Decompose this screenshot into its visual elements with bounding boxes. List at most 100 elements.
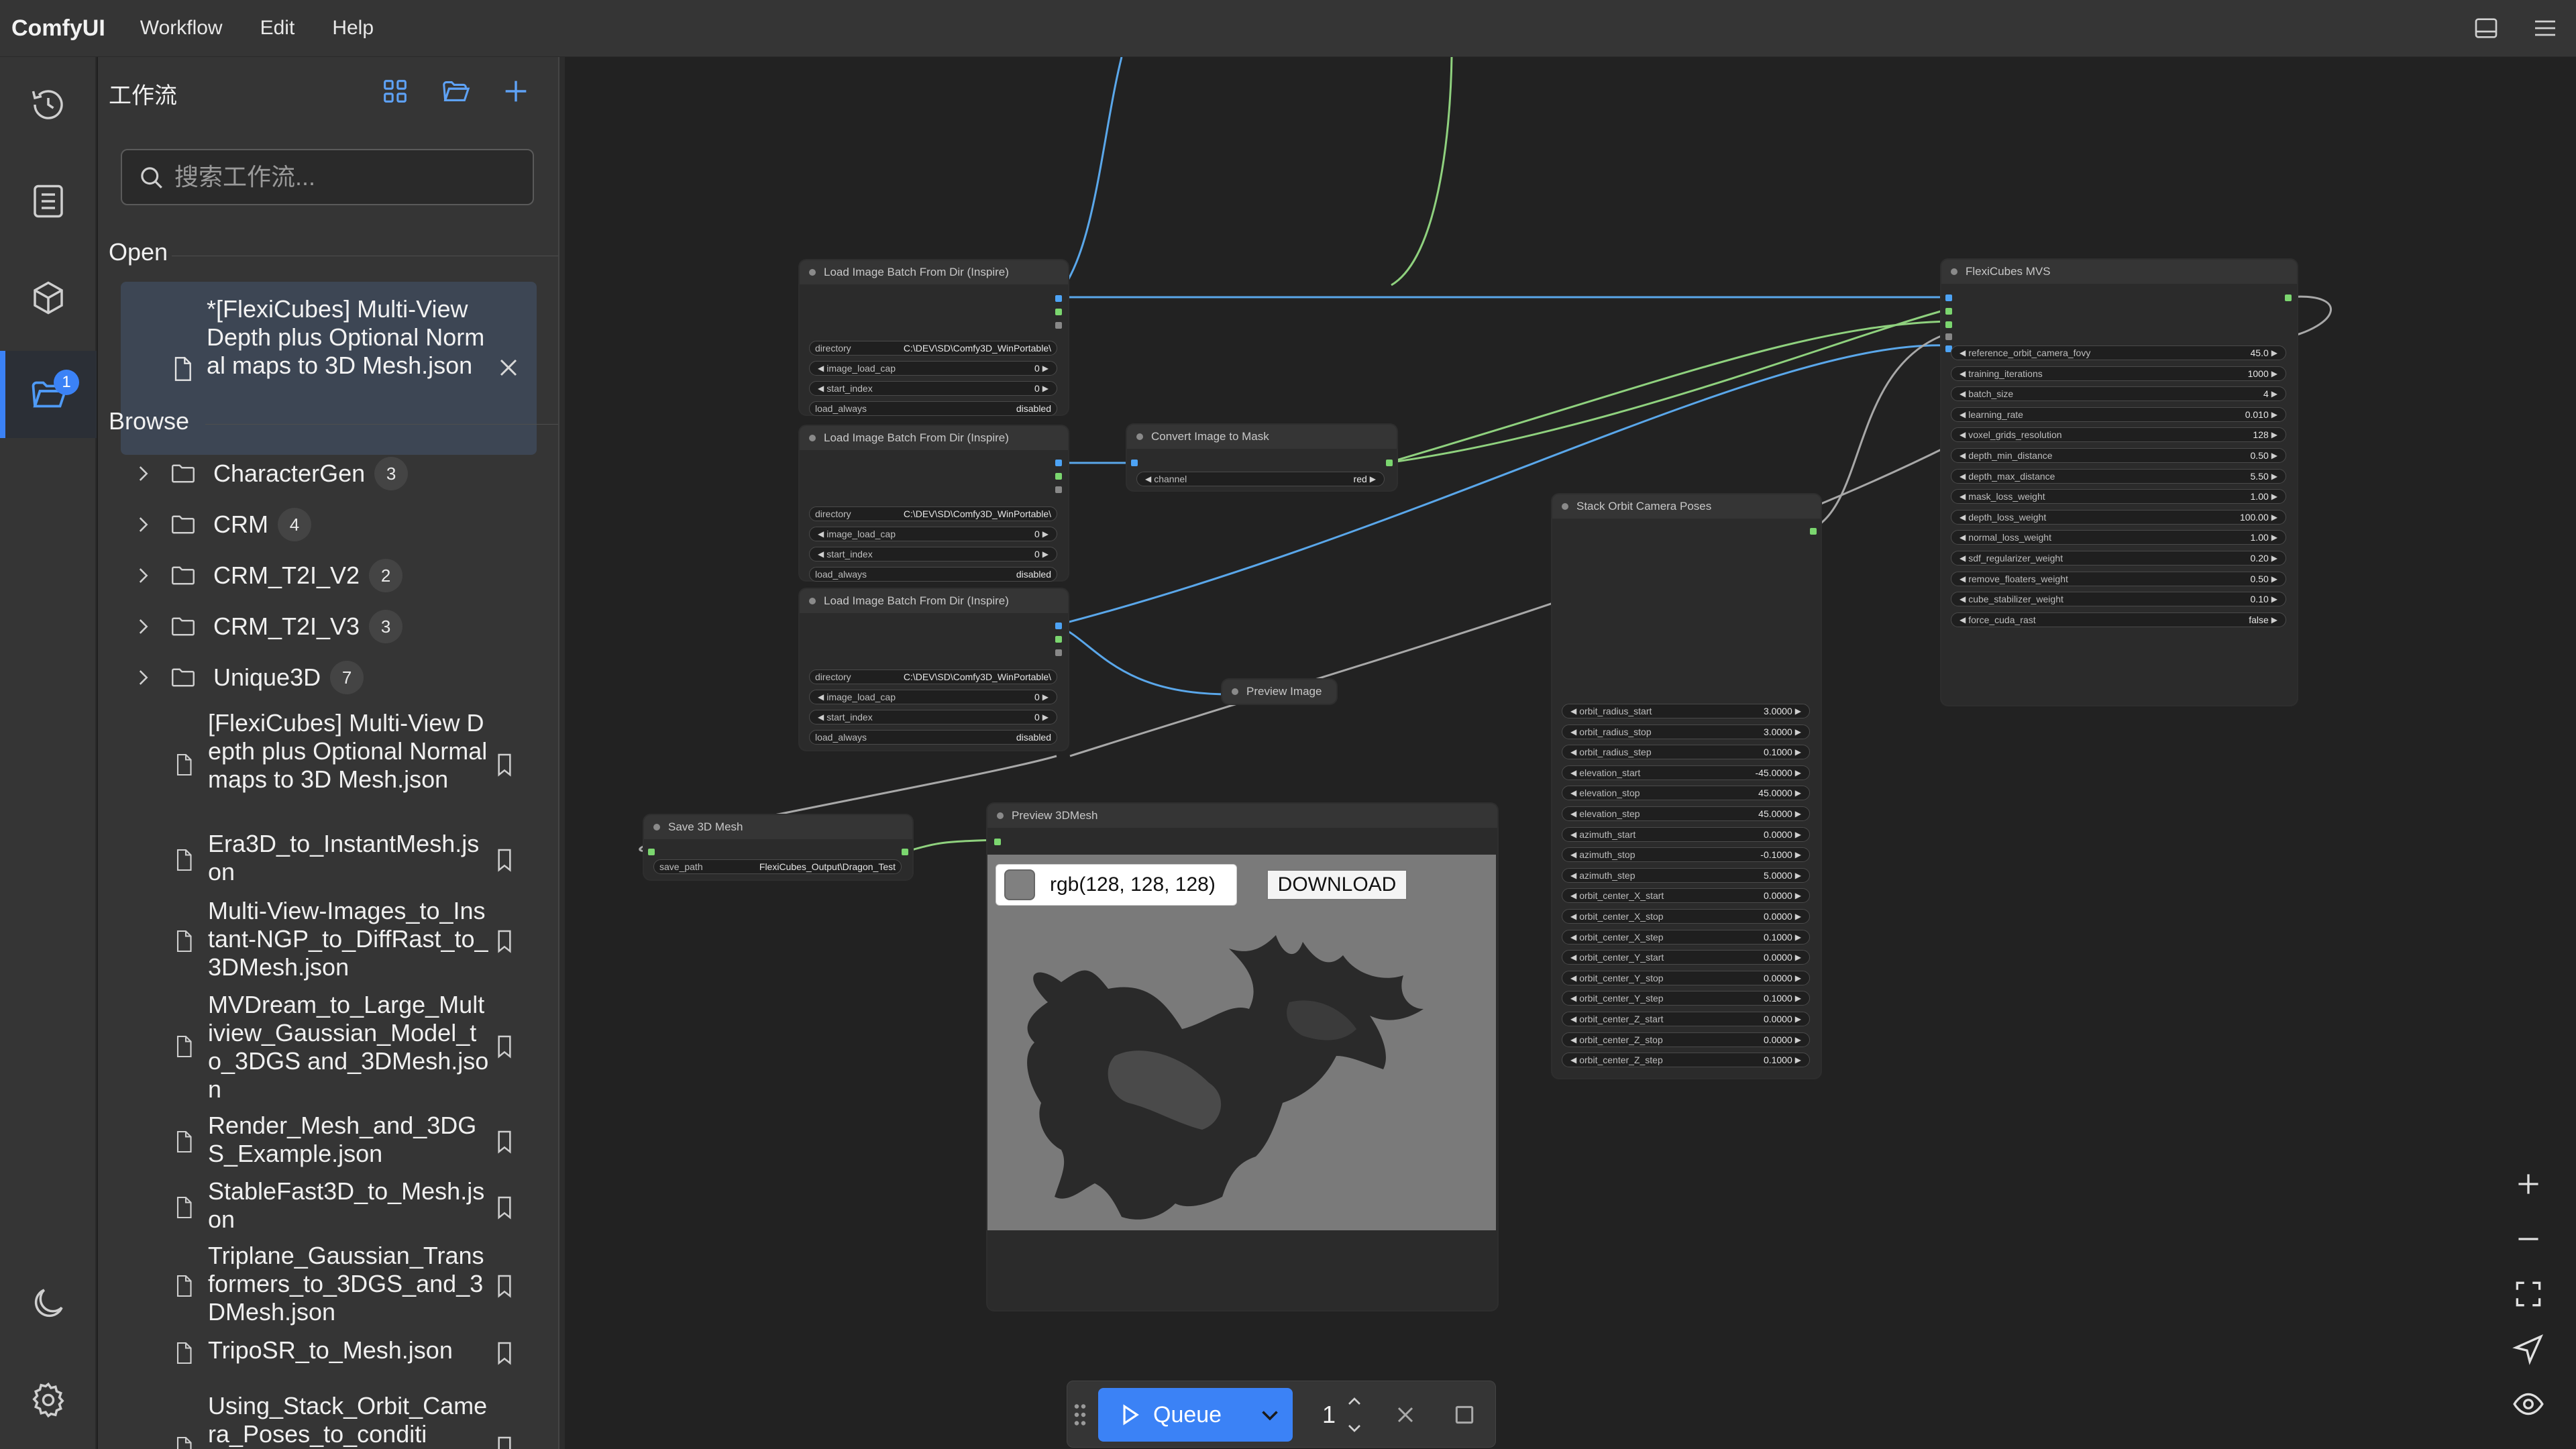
widget-directory[interactable]: directory C:\DEV\SD\Comfy3D_WinPortable\ <box>809 669 1057 684</box>
folder-row[interactable]: Unique3D 7 <box>98 652 558 703</box>
open-folder-icon[interactable] <box>440 76 471 107</box>
bookmark-icon[interactable] <box>491 1272 518 1300</box>
widget-start-index[interactable]: ◀ start_index 0 ▶ <box>809 710 1057 724</box>
chevron-right-icon[interactable] <box>131 615 154 638</box>
widget-training-iterations[interactable]: ◀ training_iterations 1000 ▶ <box>1951 366 2286 381</box>
input-slot[interactable] <box>1945 333 1952 340</box>
widget-depth-loss-weight[interactable]: ◀ depth_loss_weight 100.00 ▶ <box>1951 509 2286 525</box>
rail-workflows-button[interactable]: 1 <box>0 351 97 438</box>
widget-voxel-grids-resolution[interactable]: ◀ voxel_grids_resolution 128 ▶ <box>1951 427 2286 443</box>
node-load-image-batch-1[interactable]: Load Image Batch From Dir (Inspire) dire… <box>800 260 1068 416</box>
color-swatch[interactable] <box>1004 869 1035 900</box>
new-workflow-icon[interactable] <box>500 76 531 107</box>
bookmark-icon[interactable] <box>491 751 518 779</box>
output-slot[interactable] <box>1055 309 1062 315</box>
toggle-links-visibility-icon[interactable] <box>2512 1387 2545 1421</box>
widget-orbit-center-X-stop[interactable]: ◀ orbit_center_X_stop 0.0000 ▶ <box>1562 909 1810 924</box>
widget-orbit-radius-step[interactable]: ◀ orbit_radius_step 0.1000 ▶ <box>1562 745 1810 760</box>
widget-orbit-center-X-start[interactable]: ◀ orbit_center_X_start 0.0000 ▶ <box>1562 888 1810 904</box>
folder-row[interactable]: CharacterGen 3 <box>98 448 558 499</box>
queue-button[interactable]: Queue <box>1098 1388 1293 1442</box>
folder-row[interactable]: CRM 4 <box>98 499 558 550</box>
widget-orbit-center-Y-stop[interactable]: ◀ orbit_center_Y_stop 0.0000 ▶ <box>1562 970 1810 985</box>
widget-elevation-start[interactable]: ◀ elevation_start -45.0000 ▶ <box>1562 765 1810 780</box>
bookmark-icon[interactable] <box>491 1339 518 1367</box>
widget-normal-loss-weight[interactable]: ◀ normal_loss_weight 1.00 ▶ <box>1951 530 2286 545</box>
widget-channel[interactable]: ◀ channel red ▶ <box>1136 472 1385 486</box>
node-load-image-batch-3[interactable]: Load Image Batch From Dir (Inspire) dire… <box>800 589 1068 750</box>
decrement-icon[interactable] <box>1344 1417 1365 1439</box>
widget-orbit-center-X-step[interactable]: ◀ orbit_center_X_step 0.1000 ▶ <box>1562 929 1810 945</box>
menu-help[interactable]: Help <box>332 17 374 40</box>
mesh-viewport[interactable]: rgb(128, 128, 128) DOWNLOAD <box>987 855 1496 1230</box>
input-slot[interactable] <box>994 839 1001 845</box>
widget-elevation-step[interactable]: ◀ elevation_step 45.0000 ▶ <box>1562 806 1810 821</box>
bookmark-icon[interactable] <box>491 1434 518 1449</box>
close-icon[interactable] <box>494 353 523 382</box>
increment-icon[interactable] <box>1344 1391 1365 1412</box>
output-slot[interactable] <box>1386 460 1393 466</box>
chevron-down-icon[interactable] <box>1258 1403 1282 1427</box>
node-flexicubes-mvs[interactable]: FlexiCubes MVS ◀ reference_orbit_camera_f… <box>1941 260 2297 705</box>
widget-save-path[interactable]: save_path FlexiCubes_Output\Dragon_Test <box>653 859 902 874</box>
output-slot[interactable] <box>1055 486 1062 493</box>
folder-row[interactable]: CRM_T2I_V3 3 <box>98 601 558 652</box>
zoom-out-icon[interactable] <box>2512 1222 2545 1256</box>
search-input[interactable] <box>174 163 523 191</box>
output-slot[interactable] <box>1055 649 1062 656</box>
bookmark-icon[interactable] <box>491 1032 518 1061</box>
locate-icon[interactable] <box>2512 1332 2545 1366</box>
rail-settings-button[interactable] <box>0 1356 97 1444</box>
workflow-item[interactable]: TripoSR_to_Mesh.json <box>98 1336 558 1370</box>
output-slot[interactable] <box>1055 636 1062 643</box>
chevron-right-icon[interactable] <box>131 462 154 485</box>
rail-queue-button[interactable] <box>0 158 97 245</box>
output-slot[interactable] <box>902 849 908 855</box>
node-save-3d-mesh[interactable]: Save 3D Mesh save_path FlexiCubes_Output\… <box>644 815 912 879</box>
widget-mask-loss-weight[interactable]: ◀ mask_loss_weight 1.00 ▶ <box>1951 489 2286 504</box>
widget-load-always[interactable]: load_always disabled <box>809 401 1057 416</box>
folder-row[interactable]: CRM_T2I_V2 2 <box>98 550 558 601</box>
output-slot[interactable] <box>1055 460 1062 466</box>
widget-orbit-center-Y-step[interactable]: ◀ orbit_center_Y_step 0.1000 ▶ <box>1562 991 1810 1006</box>
widget-elevation-stop[interactable]: ◀ elevation_stop 45.0000 ▶ <box>1562 786 1810 801</box>
zoom-in-icon[interactable] <box>2512 1167 2545 1201</box>
output-slot[interactable] <box>1810 528 1817 535</box>
widget-orbit-center-Y-start[interactable]: ◀ orbit_center_Y_start 0.0000 ▶ <box>1562 950 1810 965</box>
input-slot[interactable] <box>648 849 655 855</box>
node-convert-image-to-mask[interactable]: Convert Image to Mask ◀ channel red ▶ <box>1127 425 1397 490</box>
widget-orbit-center-Z-step[interactable]: ◀ orbit_center_Z_step 0.1000 ▶ <box>1562 1053 1810 1068</box>
menu-edit[interactable]: Edit <box>260 17 295 40</box>
workflow-item[interactable]: StableFast3D_to_Mesh.json <box>98 1177 558 1238</box>
graph-canvas[interactable]: Load Image Batch From Dir (Inspire) dire… <box>565 57 2576 1449</box>
background-color-picker[interactable]: rgb(128, 128, 128) <box>996 864 1237 906</box>
widget-learning-rate[interactable]: ◀ learning_rate 0.010 ▶ <box>1951 407 2286 422</box>
node-preview-image[interactable]: Preview Image <box>1222 680 1336 704</box>
widget-directory[interactable]: directory C:\DEV\SD\Comfy3D_WinPortable\ <box>809 341 1057 356</box>
input-slot[interactable] <box>1945 308 1952 315</box>
workflow-item[interactable]: Multi-View-Images_to_Instant-NGP_to_Diff… <box>98 897 558 984</box>
node-stack-orbit-camera-poses[interactable]: Stack Orbit Camera Poses ◀ orbit_radius_s… <box>1552 494 1821 1078</box>
widget-force-cuda-rast[interactable]: ◀ force_cuda_rast false ▶ <box>1951 612 2286 627</box>
widget-depth-min-distance[interactable]: ◀ depth_min_distance 0.50 ▶ <box>1951 448 2286 463</box>
workflow-item[interactable]: MVDream_to_Large_Multiview_Gaussian_Mode… <box>98 991 558 1105</box>
bookmark-icon[interactable] <box>491 846 518 874</box>
widget-orbit-center-Z-start[interactable]: ◀ orbit_center_Z_start 0.0000 ▶ <box>1562 1012 1810 1026</box>
rail-theme-toggle[interactable] <box>0 1260 97 1347</box>
drag-handle-icon[interactable] <box>1071 1401 1089 1428</box>
menu-workflow[interactable]: Workflow <box>140 17 223 40</box>
workflow-item[interactable]: Triplane_Gaussian_Transformers_to_3DGS_a… <box>98 1242 558 1329</box>
widget-orbit-radius-start[interactable]: ◀ orbit_radius_start 3.0000 ▶ <box>1562 704 1810 718</box>
widget-image-load-cap[interactable]: ◀ image_load_cap 0 ▶ <box>809 361 1057 376</box>
output-slot[interactable] <box>1055 473 1062 480</box>
widget-cube-stabilizer-weight[interactable]: ◀ cube_stabilizer_weight 0.10 ▶ <box>1951 592 2286 607</box>
output-slot[interactable] <box>1055 322 1062 329</box>
widget-image-load-cap[interactable]: ◀ image_load_cap 0 ▶ <box>809 690 1057 704</box>
widget-batch-size[interactable]: ◀ batch_size 4 ▶ <box>1951 386 2286 402</box>
widget-azimuth-stop[interactable]: ◀ azimuth_stop -0.1000 ▶ <box>1562 847 1810 863</box>
panel-resize-handle[interactable] <box>558 57 565 1449</box>
bookmark-icon[interactable] <box>491 927 518 955</box>
widget-start-index[interactable]: ◀ start_index 0 ▶ <box>809 381 1057 396</box>
widget-azimuth-step[interactable]: ◀ azimuth_step 5.0000 ▶ <box>1562 867 1810 883</box>
input-slot[interactable] <box>1945 294 1952 301</box>
